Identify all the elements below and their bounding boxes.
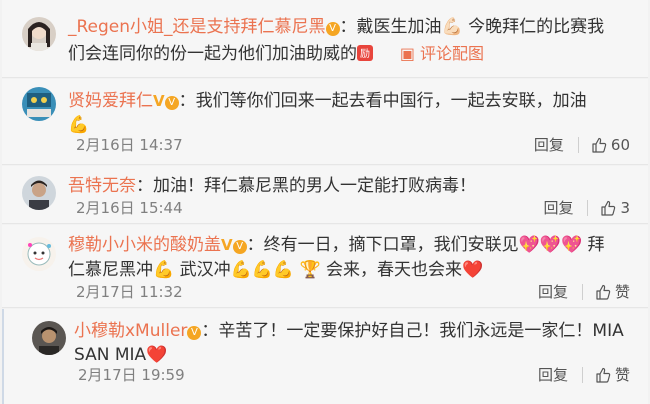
like-count[interactable]: 3 [620, 198, 630, 218]
comment-line-1: 吾特无奈：加油！拜仁慕尼黑的男人一定能打败病毒！ [68, 172, 476, 200]
comment-date: 2月17日 19:59 [78, 366, 185, 384]
comment-line-1: _Regen小姐_还是支持拜仁慕尼黑 V ：戴医生加油💪🏻 今晚拜仁的比赛我 [68, 13, 604, 41]
svg-text:励: 励 [360, 47, 370, 60]
comment-text: ：辛苦了！一定要保护好自己！我们永远是一家仁！MIA [201, 321, 624, 341]
comment-line-2: 们会连同你的份一起为他们加油助威的 励 ▣ 评论配图 [68, 40, 484, 70]
like-count[interactable]: 赞 [615, 365, 630, 385]
vip-badge-icon: V [325, 22, 340, 36]
verified-icon: V [153, 92, 165, 110]
vip-badge-icon: V [187, 326, 202, 340]
pic-comment-link[interactable]: ▣ 评论配图 [400, 44, 484, 63]
username-link[interactable]: 穆勒小小米的酸奶盖 [68, 235, 221, 255]
comment-text: ：终有一日，摘下口罩，我们安联见💖💖💖 拜 [246, 235, 605, 255]
avatar[interactable] [22, 87, 56, 121]
comment-actions: 回复 3 [543, 198, 630, 218]
reply-button[interactable]: 回复 [543, 198, 573, 218]
comment-date: 2月17日 11:32 [76, 283, 183, 301]
username-link[interactable]: 贤妈爱拜仁 [68, 91, 153, 111]
comment-line-2: 仁慕尼黑冲💪 武汉冲💪💪💪 🏆 会来，春天也会来❤️ [68, 256, 483, 284]
like-icon[interactable] [591, 137, 607, 153]
comment-item: 吾特无奈：加油！拜仁慕尼黑的男人一定能打败病毒！ 2月16日 15:44 回复 … [2, 166, 648, 224]
like-icon[interactable] [595, 284, 611, 300]
comment-item: 贤妈爱拜仁V V ：我们等你们回来一起去看中国行，一起去安联，加油 💪 2月16日 … [2, 79, 648, 165]
avatar[interactable] [22, 237, 56, 271]
comment-item: _Regen小姐_还是支持拜仁慕尼黑 V ：戴医生加油💪🏻 今晚拜仁的比赛我 们会连… [2, 0, 648, 78]
like-count[interactable]: 60 [611, 135, 630, 155]
comment-text: 💪 [68, 115, 90, 135]
avatar[interactable] [32, 321, 66, 355]
username-link[interactable]: 小穆勒xMuller [74, 321, 187, 341]
verified-icon: V [221, 236, 233, 254]
divider [581, 367, 583, 383]
avatar[interactable] [22, 176, 56, 210]
divider [577, 137, 579, 153]
comment-text: 仁慕尼黑冲💪 武汉冲💪💪💪 🏆 会来，春天也会来❤️ [68, 260, 484, 280]
comment-actions: 回复 赞 [538, 282, 630, 302]
comment-text: ：戴医生加油💪🏻 今晚拜仁的比赛我 [339, 17, 605, 37]
comment-text: ：我们等你们回来一起去看中国行，一起去安联，加油 [178, 91, 587, 111]
comment-text: ：加油！拜仁慕尼黑的男人一定能打败病毒！ [136, 176, 476, 196]
like-count[interactable]: 赞 [615, 282, 630, 302]
avatar[interactable] [22, 17, 56, 51]
vip-badge-icon: V [164, 96, 179, 110]
divider [581, 284, 583, 300]
username-link[interactable]: 吾特无奈 [68, 176, 136, 196]
comment-date: 2月16日 15:44 [76, 199, 183, 217]
reply-button[interactable]: 回复 [538, 282, 568, 302]
vip-badge-icon: V [232, 240, 247, 254]
comment-date: 2月16日 14:37 [76, 136, 183, 154]
username-link[interactable]: _Regen小姐_还是支持拜仁慕尼黑 [68, 17, 326, 37]
like-icon[interactable] [595, 367, 611, 383]
fight-emoji-icon: 励 [357, 42, 373, 70]
comment-actions: 回复 赞 [538, 365, 630, 385]
image-icon: ▣ [399, 44, 421, 63]
comment-text: SAN MIA❤️ [74, 345, 168, 365]
divider [587, 200, 589, 216]
comment-item: 小穆勒xMuller V ：辛苦了！一定要保护好自己！我们永远是一家仁！MIA SA… [2, 309, 648, 404]
comment-actions: 回复 60 [534, 135, 630, 155]
comment-line-1: 贤妈爱拜仁V V ：我们等你们回来一起去看中国行，一起去安联，加油 [68, 87, 587, 115]
reply-button[interactable]: 回复 [538, 365, 568, 385]
like-icon[interactable] [600, 200, 616, 216]
comment-text: 们会连同你的份一起为他们加油助威的 [68, 44, 357, 64]
reply-button[interactable]: 回复 [534, 135, 564, 155]
comment-item: 穆勒小小米的酸奶盖V V ：终有一日，摘下口罩，我们安联见💖💖💖 拜 仁慕尼黑冲💪 … [2, 225, 648, 308]
comment-line-1: 穆勒小小米的酸奶盖V V ：终有一日，摘下口罩，我们安联见💖💖💖 拜 [68, 231, 605, 259]
